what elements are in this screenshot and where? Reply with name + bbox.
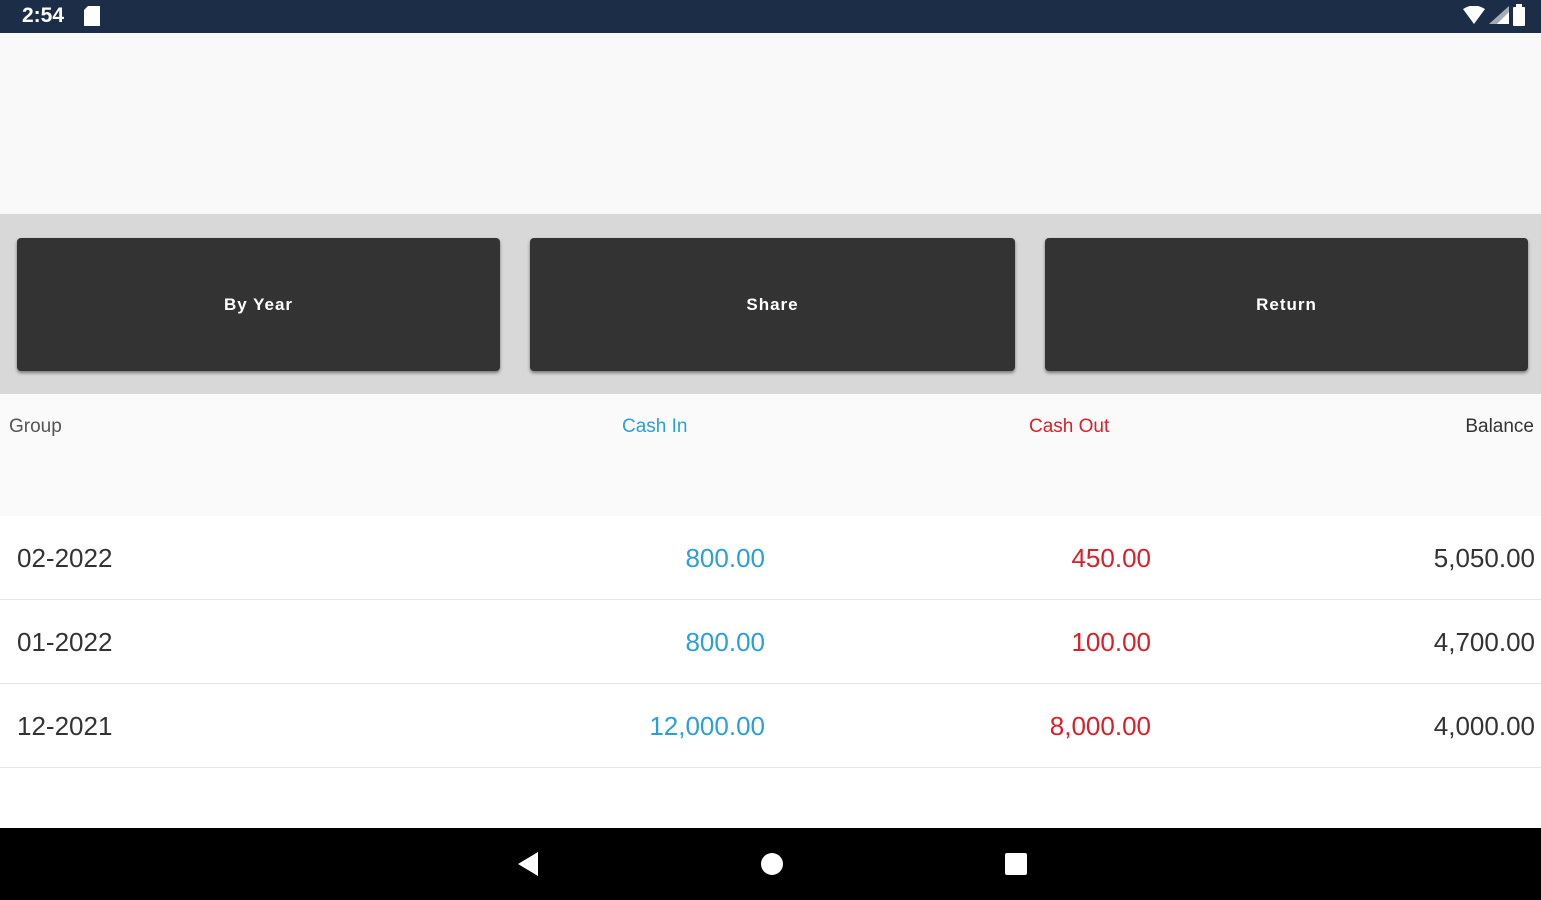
back-triangle-icon[interactable] (514, 850, 542, 878)
navigation-bar (0, 828, 1541, 900)
status-icons (1463, 4, 1525, 31)
wifi-icon (1463, 5, 1485, 29)
recent-apps-icon[interactable] (1002, 850, 1030, 878)
return-button[interactable]: Return (1045, 238, 1528, 371)
header-cash-out: Cash Out (1029, 416, 1110, 437)
header-group: Group (9, 416, 62, 437)
header-balance: Balance (1465, 416, 1534, 437)
table-row[interactable]: 12-2021 12,000.00 8,000.00 4,000.00 (0, 684, 1541, 768)
content-blank-area (0, 33, 1541, 214)
row-balance: 5,050.00 (1433, 543, 1535, 573)
row-cash-out: 100.00 (1071, 627, 1151, 657)
battery-icon (1513, 4, 1525, 31)
status-bar: 2:54 (0, 0, 1541, 33)
table-row[interactable]: 02-2022 800.00 450.00 5,050.00 (0, 516, 1541, 600)
row-cash-out: 8,000.00 (1049, 711, 1151, 741)
signal-icon (1489, 6, 1509, 29)
row-cash-in: 800.00 (685, 543, 765, 573)
row-cash-out: 450.00 (1071, 543, 1151, 573)
row-group: 12-2021 (17, 711, 113, 741)
row-group: 02-2022 (17, 543, 113, 573)
header-cash-in: Cash In (622, 416, 688, 437)
by-year-button[interactable]: By Year (17, 238, 500, 371)
summary-table: 02-2022 800.00 450.00 5,050.00 01-2022 8… (0, 516, 1541, 828)
row-cash-in: 12,000.00 (649, 711, 765, 741)
share-button[interactable]: Share (530, 238, 1015, 371)
home-circle-icon[interactable] (758, 850, 786, 878)
table-header: Group Cash In Cash Out Balance (0, 394, 1541, 516)
row-cash-in: 800.00 (685, 627, 765, 657)
action-button-bar: By Year Share Return (0, 214, 1541, 394)
row-group: 01-2022 (17, 627, 113, 657)
row-balance: 4,000.00 (1433, 711, 1535, 741)
sd-card-icon (84, 6, 100, 31)
row-balance: 4,700.00 (1433, 627, 1535, 657)
status-time: 2:54 (22, 4, 65, 27)
table-row[interactable]: 01-2022 800.00 100.00 4,700.00 (0, 600, 1541, 684)
